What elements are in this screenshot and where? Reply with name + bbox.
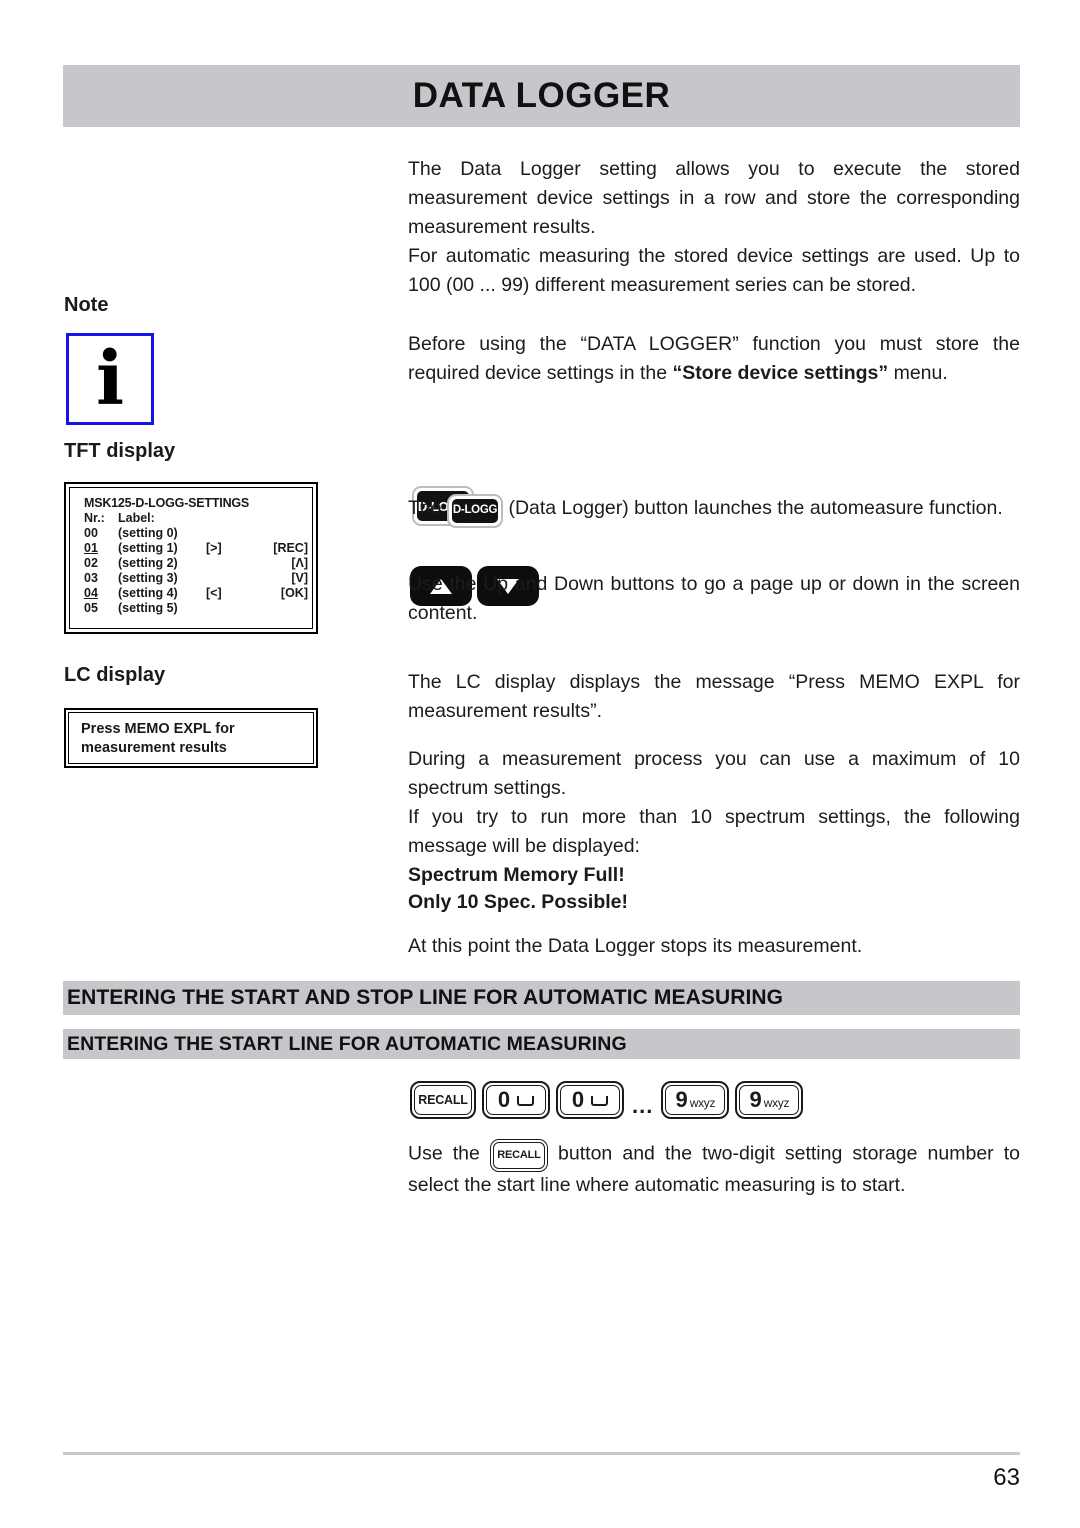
recall-paragraph: Use the RECALL button and the two-digit … — [408, 1138, 1020, 1200]
tft-row-label: (setting 4) — [118, 586, 178, 600]
during-measurement-block: During a measurement process you can use… — [408, 745, 1020, 861]
lc-display-box: Press MEMO EXPL for measurement results — [64, 708, 318, 768]
note-paragraph: Before using the “DATA LOGGER” function … — [408, 330, 1020, 388]
tft-row-nr: 05 — [84, 601, 98, 615]
table-row: 00 (setting 0) — [84, 526, 312, 541]
tft-row-key: [OK] — [280, 586, 308, 600]
d-logg-paragraph: The D-LOGG (Data Logger) button launches… — [408, 492, 1020, 528]
intro-paragraph-1: The Data Logger setting allows you to ex… — [408, 158, 1020, 238]
tft-column-headers: Nr.: Label: — [84, 511, 312, 526]
key-9-first-digit: 9 — [675, 1087, 688, 1112]
tft-display-label: TFT display — [64, 440, 176, 462]
space-glyph-icon — [517, 1096, 535, 1106]
tft-row-label: (setting 2) — [118, 556, 178, 570]
d-logg-text-after: (Data Logger) button launches the autome… — [503, 497, 1003, 520]
note-label: Note — [64, 294, 109, 316]
stop-measurement-block: At this point the Data Logger stops its … — [408, 932, 1020, 961]
key-0-first[interactable]: 0 — [482, 1081, 550, 1119]
key-0-second[interactable]: 0 — [556, 1081, 624, 1119]
tft-row-nav: [>] — [206, 541, 222, 555]
tft-row-nr: 04 — [84, 586, 98, 600]
key-9-first-sub: wxyz — [689, 1096, 716, 1110]
lc-display-screen: Press MEMO EXPL for measurement results — [68, 712, 314, 764]
key-9-second-face: 9 wxyz — [739, 1085, 800, 1115]
tft-row-nr: 01 — [84, 541, 98, 555]
tft-header-label: Label: — [118, 511, 155, 525]
key-0-first-face: 0 — [486, 1085, 546, 1115]
tft-row-nr: 03 — [84, 571, 98, 585]
section-heading-start-stop-line: ENTERING THE START AND STOP LINE FOR AUT… — [63, 981, 1020, 1015]
tft-row-label: (setting 0) — [118, 526, 178, 540]
document-page: DATA LOGGER The Data Logger setting allo… — [0, 0, 1080, 1528]
recall-button-inline[interactable]: RECALL — [489, 1139, 548, 1172]
key-9-first[interactable]: 9 wxyz — [661, 1081, 730, 1119]
recall-text-before: Use the — [408, 1142, 490, 1165]
d-logg-button-inline-label: D-LOGG — [452, 499, 499, 523]
table-row: 01 (setting 1) [>] [REC] — [84, 541, 312, 556]
table-row: 04 (setting 4) [<] [OK] — [84, 586, 312, 601]
key-9-second-sub: wxyz — [763, 1096, 790, 1110]
during-paragraph-1: During a measurement process you can use… — [408, 748, 1020, 799]
keypad-button-group: RECALL 0 0 ... 9 wxyz 9 wxyz — [410, 1081, 804, 1119]
key-0-second-face: 0 — [560, 1085, 620, 1115]
tft-row-nr: 02 — [84, 556, 98, 570]
recall-button-label: RECALL — [414, 1085, 472, 1115]
info-icon-glyph: i — [95, 336, 125, 422]
key-0-second-digit: 0 — [571, 1087, 585, 1112]
table-row: 03 (setting 3) [V] — [84, 571, 312, 586]
tft-row-label: (setting 1) — [118, 541, 178, 555]
tft-header-nr: Nr.: — [84, 511, 105, 525]
tft-row-nav: [<] — [206, 586, 222, 600]
tft-display-screen: MSK125-D-LOGG-SETTINGS Nr.: Label: 00 (s… — [69, 487, 313, 629]
key-9-second-digit: 9 — [749, 1087, 762, 1112]
d-logg-description-block: The D-LOGG (Data Logger) button launches… — [408, 492, 1020, 528]
intro-paragraph-2: For automatic measuring the stored devic… — [408, 245, 1020, 296]
page-number: 63 — [993, 1464, 1020, 1491]
section-heading-start-line: ENTERING THE START LINE FOR AUTOMATIC ME… — [63, 1029, 1020, 1059]
memory-full-message: Spectrum Memory Full! Only 10 Spec. Poss… — [408, 862, 1020, 916]
space-glyph-icon — [591, 1096, 609, 1106]
stop-measurement-paragraph: At this point the Data Logger stops its … — [408, 935, 863, 957]
info-icon: i — [66, 333, 154, 425]
tft-row-key: [REC] — [273, 541, 308, 555]
page-title: DATA LOGGER — [412, 76, 671, 115]
page-title-bar: DATA LOGGER — [63, 65, 1020, 127]
key-9-first-face: 9 wxyz — [665, 1085, 726, 1115]
lc-display-description-block: The LC display displays the message “Pre… — [408, 668, 1020, 726]
recall-button[interactable]: RECALL — [410, 1081, 476, 1119]
tft-row-key: [Λ] — [291, 556, 308, 570]
section-heading-2-text: ENTERING THE START LINE FOR AUTOMATIC ME… — [67, 1032, 627, 1055]
lc-display-line-1: Press MEMO EXPL for — [81, 721, 235, 737]
tft-screen-title: MSK125-D-LOGG-SETTINGS — [84, 496, 250, 510]
memory-full-line-2: Only 10 Spec. Possible! — [408, 891, 629, 913]
note-block: Before using the “DATA LOGGER” function … — [408, 330, 1020, 388]
updown-paragraph: Use the Up and Down buttons to go a page… — [408, 573, 1020, 624]
note-text-after: menu. — [888, 362, 948, 384]
tft-row-key: [V] — [291, 571, 308, 585]
tft-row-nr: 00 — [84, 526, 98, 540]
recall-button-inline-label: RECALL — [492, 1142, 545, 1169]
d-logg-button-inline[interactable]: D-LOGG — [447, 494, 504, 528]
tft-row-label: (setting 3) — [118, 571, 178, 585]
tft-display-box: MSK125-D-LOGG-SETTINGS Nr.: Label: 00 (s… — [64, 482, 318, 634]
updown-description-block: Use the Up and Down buttons to go a page… — [408, 570, 1020, 628]
recall-description-block: Use the RECALL button and the two-digit … — [408, 1138, 1020, 1200]
table-row: 02 (setting 2) [Λ] — [84, 556, 312, 571]
footer-divider — [63, 1452, 1020, 1455]
key-9-second[interactable]: 9 wxyz — [735, 1081, 804, 1119]
keypad-ellipsis: ... — [632, 1093, 654, 1118]
lc-display-line-2: measurement results — [81, 740, 227, 756]
during-paragraph-2: If you try to run more than 10 spectrum … — [408, 806, 1020, 857]
lc-display-paragraph: The LC display displays the message “Pre… — [408, 671, 1020, 722]
table-row: 05 (setting 5) — [84, 601, 312, 616]
note-text-bold: “Store device settings” — [672, 362, 889, 384]
section-heading-1-text: ENTERING THE START AND STOP LINE FOR AUT… — [67, 986, 784, 1009]
intro-block: The Data Logger setting allows you to ex… — [408, 155, 1020, 300]
d-logg-text-before: The — [408, 497, 448, 520]
lc-display-label: LC display — [64, 664, 166, 686]
tft-row-label: (setting 5) — [118, 601, 178, 615]
memory-full-line-1: Spectrum Memory Full! — [408, 864, 625, 886]
key-0-first-digit: 0 — [497, 1087, 511, 1112]
